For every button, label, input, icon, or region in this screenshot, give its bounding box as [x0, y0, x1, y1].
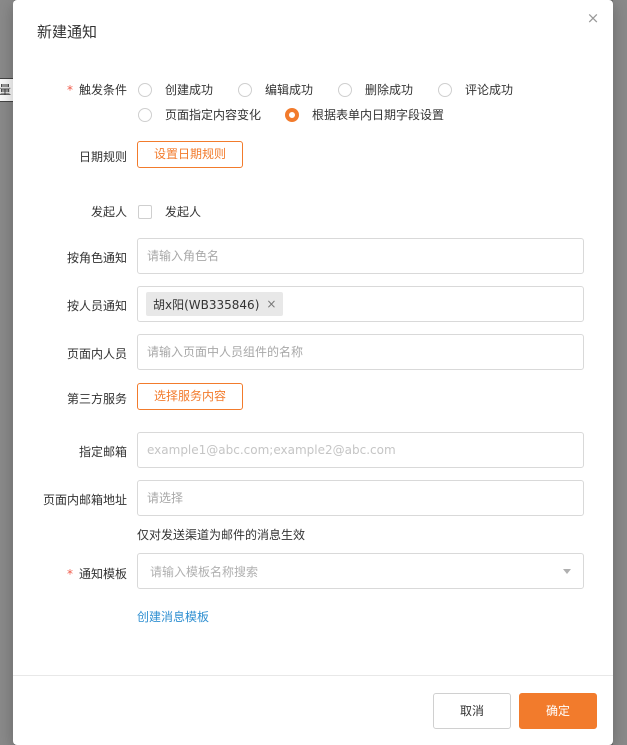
person-tag: 胡x阳(WB335846) ×	[146, 292, 284, 316]
trigger-condition-label: * 触发条件	[66, 83, 127, 97]
email-label: 指定邮箱	[78, 445, 127, 459]
close-icon[interactable]: ×	[585, 10, 601, 26]
initiator-checkbox[interactable]: 发起人	[138, 203, 201, 220]
footer-divider	[13, 675, 613, 676]
page-email-label: 页面内邮箱地址	[42, 493, 127, 507]
radio-delete-success[interactable]: 删除成功	[338, 81, 413, 98]
page-email-select[interactable]	[137, 480, 584, 516]
radio-circle-icon	[238, 82, 252, 97]
page-person-input[interactable]	[137, 334, 584, 370]
role-name-input[interactable]	[137, 238, 584, 274]
radio-comment-success[interactable]: 评论成功	[438, 81, 513, 98]
background-overlay-right	[613, 0, 627, 745]
radio-checked-icon	[285, 107, 299, 122]
date-rule-label: 日期规则	[78, 150, 127, 164]
radio-circle-icon	[138, 107, 152, 122]
confirm-button[interactable]: 确定	[519, 693, 597, 729]
remove-tag-icon[interactable]: ×	[266, 297, 276, 311]
role-notify-label: 按角色通知	[66, 251, 127, 265]
page-person-label: 页面内人员	[66, 347, 127, 361]
radio-circle-icon	[438, 82, 452, 97]
set-date-rule-button[interactable]: 设置日期规则	[137, 141, 243, 168]
select-service-button[interactable]: 选择服务内容	[137, 383, 243, 410]
radio-page-content-change[interactable]: 页面指定内容变化	[138, 106, 261, 123]
dialog-title: 新建通知	[37, 23, 98, 41]
background-partial-label: 量	[0, 78, 14, 102]
required-mark: *	[66, 83, 73, 97]
new-notification-dialog: 新建通知 × * 触发条件 创建成功 编辑成功 删除成功 评论成功 页面指定内容变…	[13, 0, 613, 745]
checkbox-icon	[138, 204, 152, 219]
radio-circle-icon	[338, 82, 352, 97]
page-email-hint: 仅对发送渠道为邮件的消息生效	[137, 528, 306, 542]
radio-edit-success[interactable]: 编辑成功	[238, 81, 313, 98]
caret-down-icon	[563, 568, 571, 574]
person-notify-label: 按人员通知	[66, 299, 127, 313]
create-template-link[interactable]: 创建消息模板	[137, 608, 209, 625]
email-input[interactable]	[137, 432, 584, 468]
background-overlay-left	[0, 0, 14, 745]
radio-form-date-field[interactable]: 根据表单内日期字段设置	[285, 106, 444, 123]
required-mark: *	[66, 567, 73, 581]
initiator-label: 发起人	[90, 205, 127, 219]
template-search-select[interactable]: 请输入模板名称搜索	[137, 553, 584, 589]
radio-circle-icon	[138, 82, 152, 97]
person-select-input[interactable]: 胡x阳(WB335846) ×	[137, 286, 584, 322]
template-label: * 通知模板	[66, 567, 127, 581]
third-party-label: 第三方服务	[66, 392, 127, 406]
radio-create-success[interactable]: 创建成功	[138, 81, 213, 98]
cancel-button[interactable]: 取消	[433, 693, 511, 729]
